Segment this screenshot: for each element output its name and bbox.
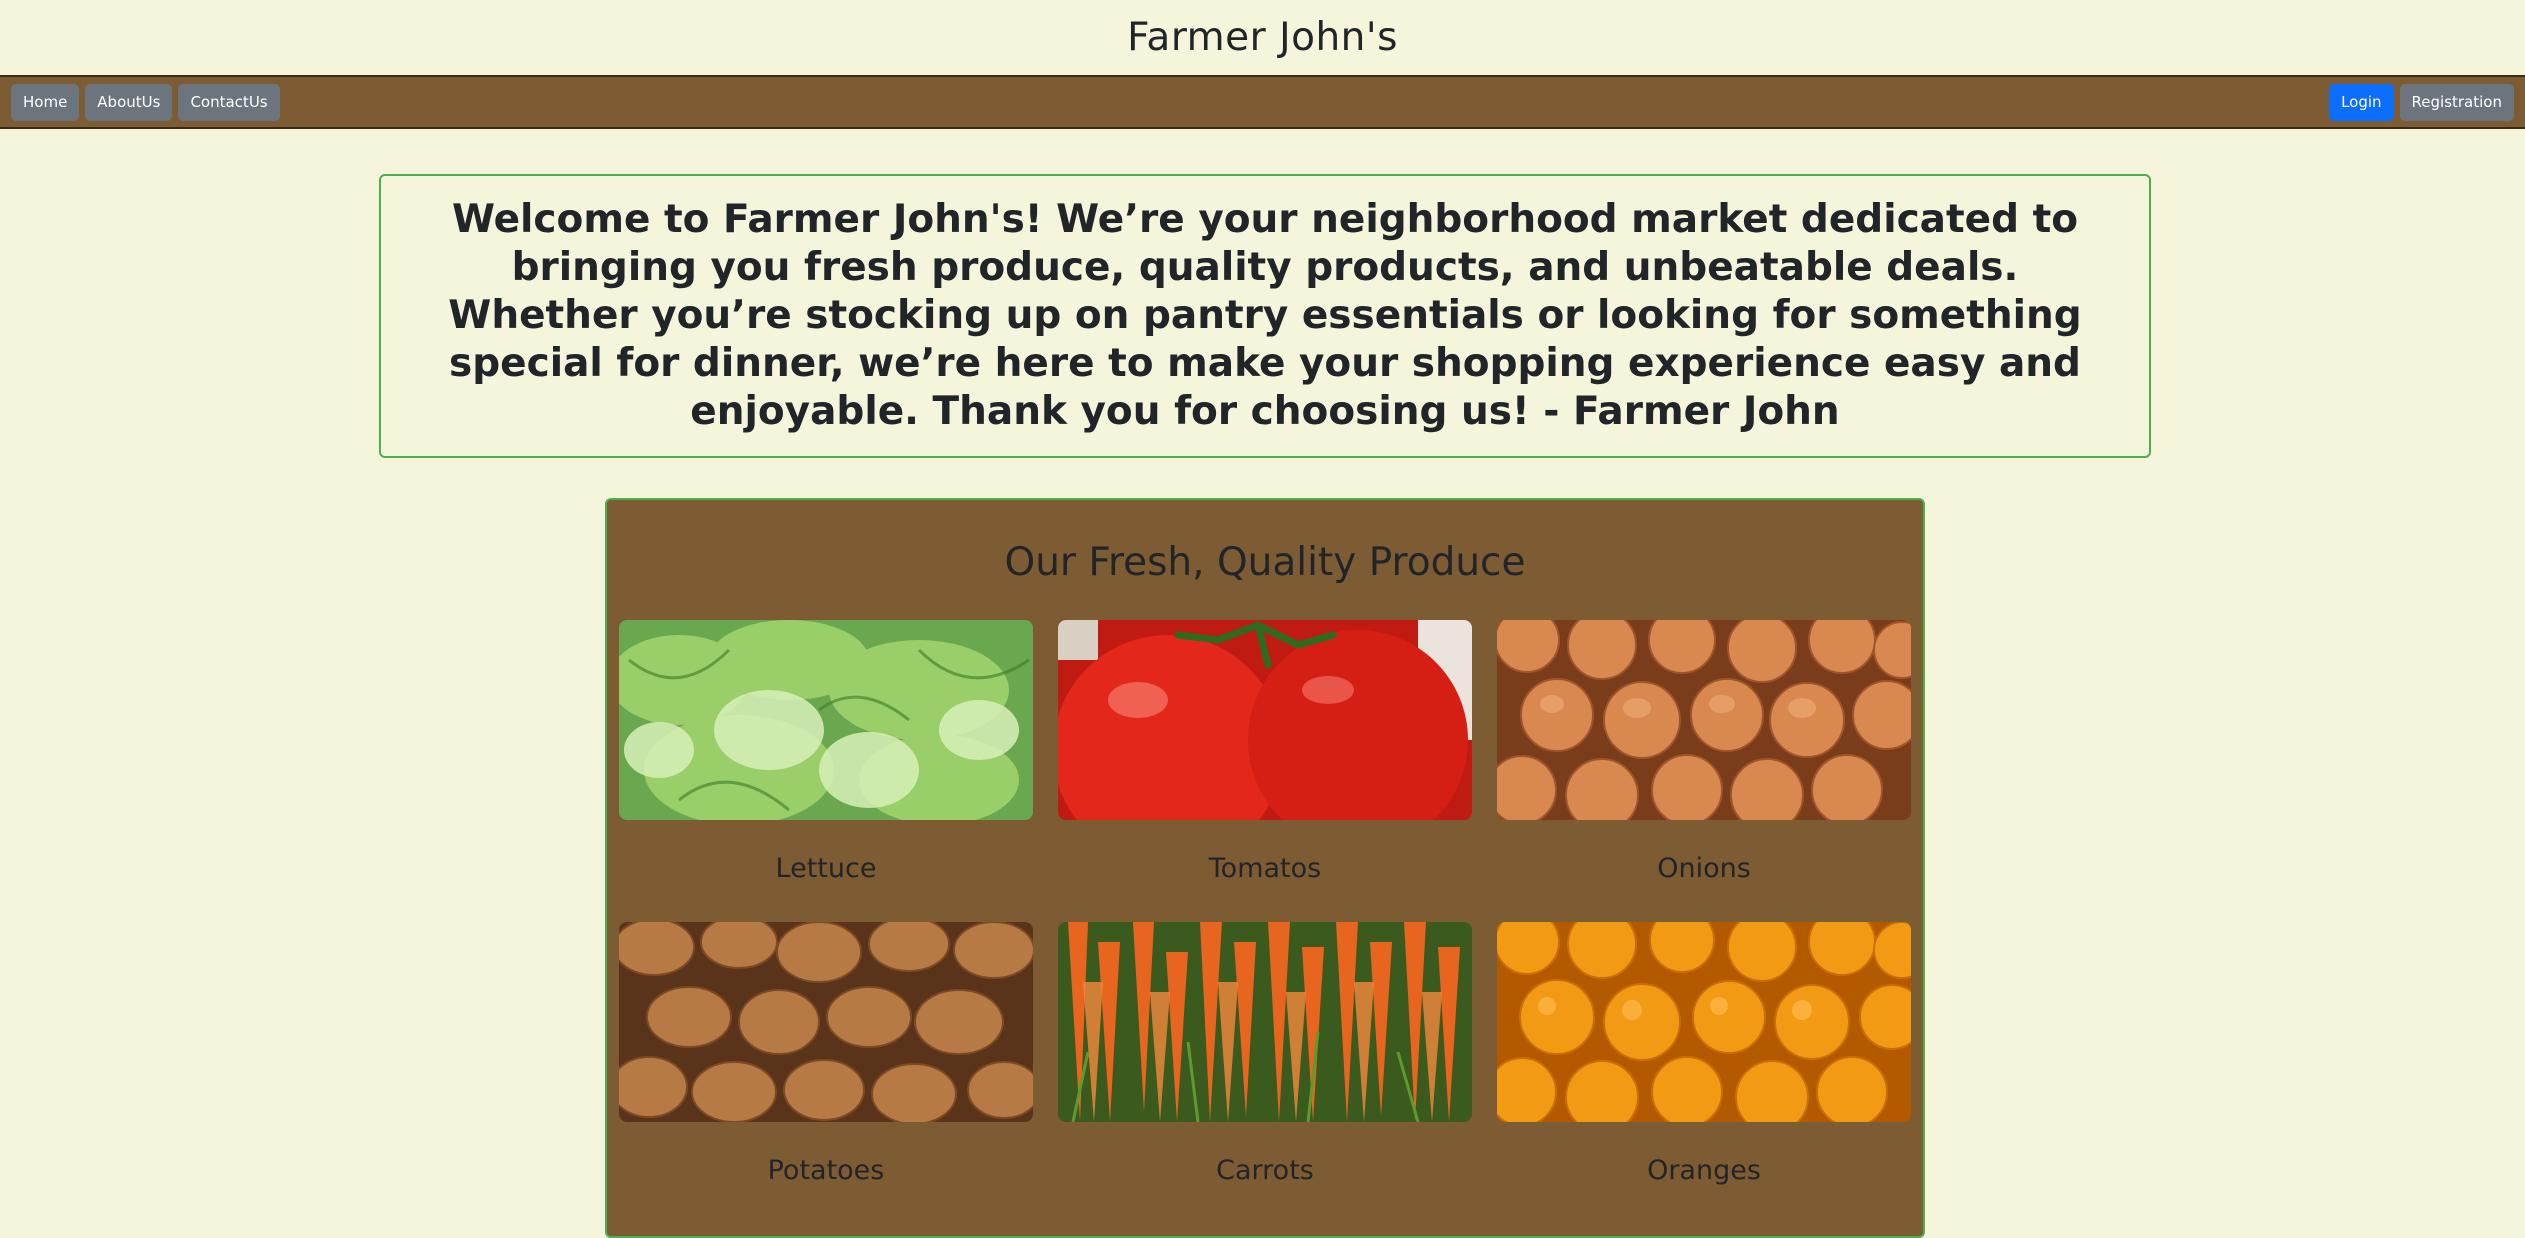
login-button[interactable]: Login <box>2329 83 2394 121</box>
orange-image <box>1497 922 1911 1122</box>
nav-right-group: Login Registration <box>2329 83 2514 121</box>
produce-card-potatoes: Potatoes <box>619 922 1033 1224</box>
contact-us-button[interactable]: ContactUs <box>178 83 280 121</box>
produce-name: Tomatos <box>1208 853 1322 884</box>
nav-left-group: Home AboutUs ContactUs <box>11 83 280 121</box>
about-us-button[interactable]: AboutUs <box>85 83 173 121</box>
produce-heading: Our Fresh, Quality Produce <box>1004 540 1526 585</box>
lettuce-image <box>619 620 1033 820</box>
produce-card-carrots: Carrots <box>1058 922 1472 1224</box>
carrot-image <box>1058 922 1472 1122</box>
produce-card-oranges: Oranges <box>1497 922 1911 1224</box>
produce-card-tomatos: Tomatos <box>1058 620 1472 922</box>
home-button[interactable]: Home <box>11 83 80 121</box>
potato-image <box>619 922 1033 1122</box>
tomato-image <box>1058 620 1472 820</box>
main-navbar: Home AboutUs ContactUs Login Registratio… <box>0 75 2525 129</box>
produce-name: Lettuce <box>775 853 877 884</box>
registration-button[interactable]: Registration <box>2399 83 2514 121</box>
onion-image <box>1497 620 1911 820</box>
produce-panel: Our Fresh, Quality Produce Lettuce Tomat… <box>605 498 1925 1238</box>
produce-name: Oranges <box>1647 1155 1761 1186</box>
site-header: Farmer John's <box>0 0 2525 75</box>
produce-grid: Lettuce Tomatos Onions Potatoes Carrots … <box>619 620 1911 1224</box>
welcome-message-box: Welcome to Farmer John's! We’re your nei… <box>379 174 2151 458</box>
produce-card-lettuce: Lettuce <box>619 620 1033 922</box>
welcome-message: Welcome to Farmer John's! We’re your nei… <box>448 197 2082 434</box>
produce-name: Onions <box>1657 853 1751 884</box>
site-title: Farmer John's <box>1127 15 1398 60</box>
produce-name: Potatoes <box>767 1155 885 1186</box>
produce-card-onions: Onions <box>1497 620 1911 922</box>
produce-name: Carrots <box>1216 1155 1314 1186</box>
